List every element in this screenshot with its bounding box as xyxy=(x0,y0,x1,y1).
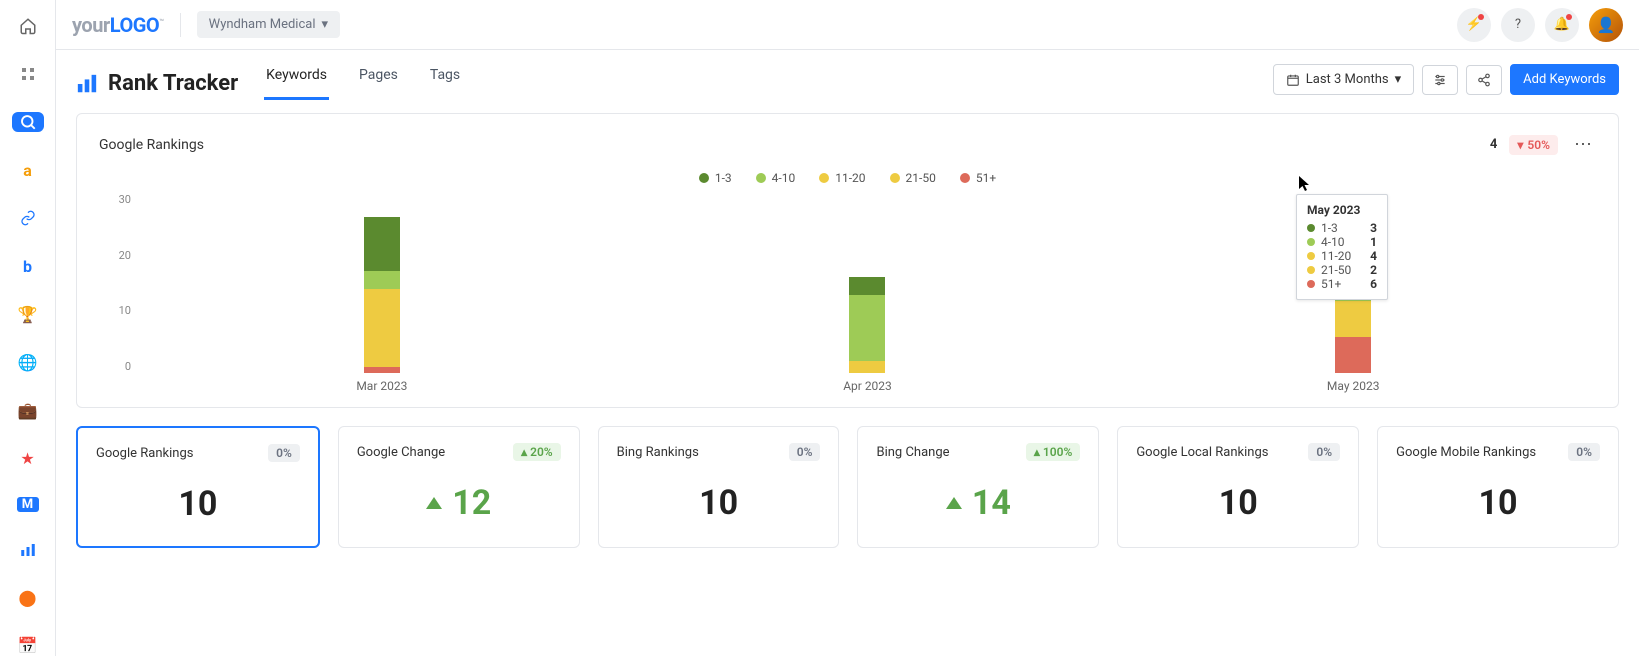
search-icon[interactable] xyxy=(12,112,44,132)
chart-tooltip: May 2023 1-334-10111-20421-50251+6 xyxy=(1296,194,1388,300)
page-header: Rank Tracker Keywords Pages Tags Last 3 … xyxy=(56,50,1639,103)
letter-b-icon[interactable]: b xyxy=(12,256,44,276)
chevron-down-icon: ▾ xyxy=(1395,72,1402,87)
divider xyxy=(180,13,181,37)
kpi-card[interactable]: Google Rankings0%10 xyxy=(76,426,320,548)
kpi-card[interactable]: Google Local Rankings0%10 xyxy=(1117,426,1359,548)
google-rankings-chart-card: Google Rankings 4 ▾ 50% ⋯ 1-3 4-10 11-20… xyxy=(76,113,1619,408)
chart-title: Google Rankings xyxy=(99,137,204,153)
letter-m-icon[interactable]: M xyxy=(17,497,39,512)
kpi-card[interactable]: Bing Rankings0%10 xyxy=(598,426,840,548)
share-icon[interactable] xyxy=(1466,65,1502,95)
letter-a-icon[interactable]: a xyxy=(12,160,44,180)
bars-icon[interactable] xyxy=(12,540,44,560)
chart-delta-badge: ▾ 50% xyxy=(1509,135,1558,155)
home-icon[interactable] xyxy=(12,16,44,36)
calendar-icon xyxy=(1286,73,1300,87)
briefcase-icon[interactable]: 💼 xyxy=(12,401,44,421)
kpi-row: Google Rankings0%10Google Change▴ 20%12B… xyxy=(76,426,1619,548)
chart-top-value: 4 xyxy=(1490,137,1497,152)
grid-icon[interactable] xyxy=(12,64,44,84)
mouse-cursor xyxy=(1299,176,1313,192)
link-icon[interactable] xyxy=(12,208,44,228)
flame-icon[interactable]: ⬤ xyxy=(12,588,44,608)
tabs: Keywords Pages Tags xyxy=(264,67,462,100)
bar-column[interactable] xyxy=(849,277,885,373)
tab-pages[interactable]: Pages xyxy=(357,67,400,100)
help-icon[interactable]: ? xyxy=(1501,8,1535,42)
chart-legend: 1-3 4-10 11-20 21-50 51+ xyxy=(99,171,1596,185)
tab-tags[interactable]: Tags xyxy=(428,67,462,100)
trophy-icon[interactable]: 🏆 xyxy=(12,304,44,324)
topbar: yourLOGO™ Wyndham Medical▾ ⚡ ? 🔔 👤 xyxy=(56,0,1639,50)
tab-keywords[interactable]: Keywords xyxy=(264,67,329,100)
y-axis: 30 20 10 0 xyxy=(99,193,139,373)
page-title: Rank Tracker xyxy=(76,71,238,96)
chevron-down-icon: ▾ xyxy=(322,17,329,32)
x-axis: Mar 2023 Apr 2023 May 2023 xyxy=(99,379,1596,393)
kpi-card[interactable]: Bing Change▴ 100%14 xyxy=(857,426,1099,548)
user-avatar[interactable]: 👤 xyxy=(1589,8,1623,42)
calendar-icon[interactable]: 📅 xyxy=(12,636,44,656)
kpi-card[interactable]: Google Change▴ 20%12 xyxy=(338,426,580,548)
filters-icon[interactable] xyxy=(1422,65,1458,95)
globe-icon[interactable]: 🌐 xyxy=(12,353,44,373)
left-rail: a b 🏆 🌐 💼 ★ M ⬤ 📅 xyxy=(0,0,56,656)
bell-icon[interactable]: 🔔 xyxy=(1545,8,1579,42)
star-icon[interactable]: ★ xyxy=(12,449,44,469)
date-range-selector[interactable]: Last 3 Months▾ xyxy=(1273,64,1414,95)
workspace-selector[interactable]: Wyndham Medical▾ xyxy=(197,11,340,38)
brand-logo: yourLOGO™ xyxy=(72,13,164,37)
bar-column[interactable] xyxy=(364,217,400,373)
rank-tracker-icon xyxy=(76,73,98,95)
notifications-icon[interactable]: ⚡ xyxy=(1457,8,1491,42)
kpi-card[interactable]: Google Mobile Rankings0%10 xyxy=(1377,426,1619,548)
more-icon[interactable]: ⋯ xyxy=(1570,132,1596,157)
add-keywords-button[interactable]: Add Keywords xyxy=(1510,64,1619,95)
